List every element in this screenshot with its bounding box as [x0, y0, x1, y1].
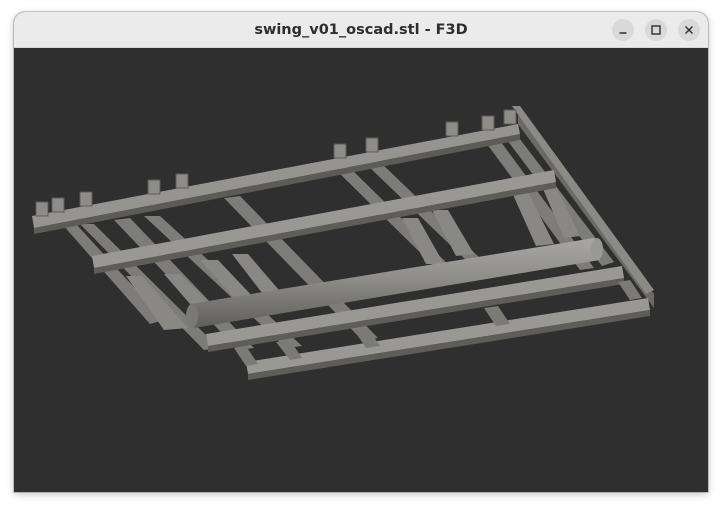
title-bar[interactable]: swing_v01_oscad.stl - F3D [14, 12, 708, 48]
swing-model-render [32, 106, 654, 380]
maximize-button[interactable] [645, 19, 667, 41]
window-title: swing_v01_oscad.stl - F3D [254, 22, 468, 38]
close-button[interactable] [678, 19, 700, 41]
minimize-icon [619, 32, 627, 34]
app-window: swing_v01_oscad.stl - F3D [14, 12, 708, 492]
maximize-icon [651, 25, 661, 35]
3d-viewport[interactable] [14, 48, 708, 492]
close-icon [685, 26, 693, 34]
minimize-button[interactable] [612, 19, 634, 41]
